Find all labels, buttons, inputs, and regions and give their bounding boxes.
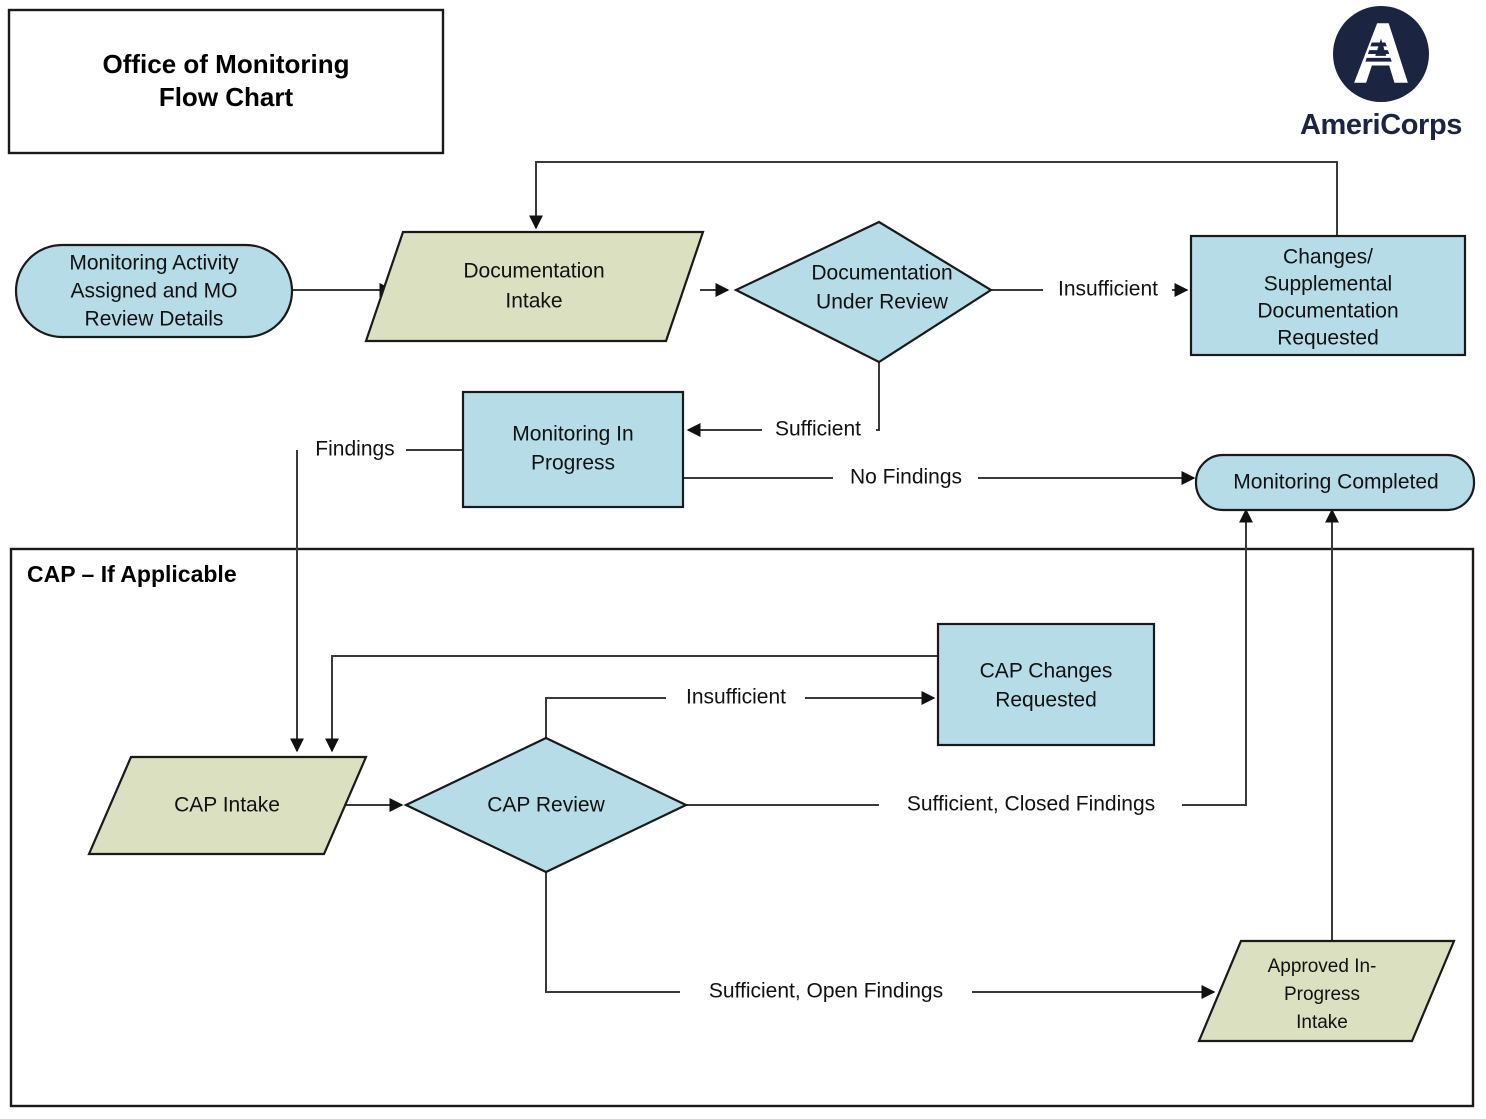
node-documentation-under-review[interactable]: Documentation Under Review <box>733 220 994 364</box>
node-approved-in-progress-intake[interactable]: Approved In- Progress Intake <box>1197 939 1456 1043</box>
edge-changes-to-doc-intake <box>529 161 1338 236</box>
edge-label-sufficient-closed: Sufficient, Closed Findings <box>907 793 1155 816</box>
node-monitoring-in-progress-shape[interactable] <box>461 390 685 509</box>
node-start-line-1: Monitoring Activity <box>69 252 239 275</box>
edge-cap-insufficient-part1 <box>545 697 666 738</box>
americorps-logo: AmeriCorps <box>1283 6 1479 146</box>
node-monitoring-completed[interactable]: Monitoring Completed <box>1194 453 1476 512</box>
edge-label-insufficient-doc: Insufficient <box>1058 278 1158 301</box>
page-title-line2: Flow Chart <box>159 82 294 112</box>
edge-label-findings: Findings <box>315 438 394 461</box>
cap-group-label: CAP – If Applicable <box>27 561 237 587</box>
edge-label-sufficient-doc: Sufficient <box>775 418 861 441</box>
node-monitoring-in-progress-line-2: Progress <box>531 452 615 475</box>
node-changes-supplemental-documentation-requested[interactable]: Changes/ Supplemental Documentation Requ… <box>1189 234 1467 357</box>
node-monitoring-in-progress[interactable]: Monitoring In Progress <box>461 390 685 509</box>
node-changes-requested-line-3: Documentation <box>1257 300 1398 323</box>
node-cap-intake[interactable]: CAP Intake <box>87 755 368 856</box>
node-cap-intake-label: CAP Intake <box>174 794 280 817</box>
node-monitoring-completed-label: Monitoring Completed <box>1233 471 1438 494</box>
edge-label-no-findings: No Findings <box>850 466 962 489</box>
node-approved-intake-line-3: Intake <box>1296 1012 1348 1033</box>
edge-doc-review-to-mip-part1 <box>876 362 880 431</box>
node-cap-changes-requested-line-1: CAP Changes <box>980 660 1113 683</box>
node-documentation-intake-shape[interactable] <box>364 230 705 343</box>
node-cap-review-label: CAP Review <box>487 794 605 817</box>
edge-sufficient-open-part1 <box>545 872 680 993</box>
node-documentation-under-review-line-2: Under Review <box>816 291 949 314</box>
node-approved-intake-line-2: Progress <box>1284 984 1360 1005</box>
edge-label-insufficient-cap: Insufficient <box>686 686 786 709</box>
edge-sufficient-closed-part2 <box>1182 508 1253 806</box>
americorps-wordmark: AmeriCorps <box>1300 109 1462 141</box>
node-changes-requested-line-1: Changes/ <box>1283 246 1373 269</box>
node-documentation-intake[interactable]: Documentation Intake <box>364 230 705 343</box>
node-documentation-under-review-line-1: Documentation <box>811 262 952 285</box>
flowchart-svg: Office of Monitoring Flow Chart CAP – If… <box>7 8 1476 1108</box>
node-start-line-3: Review Details <box>85 308 224 331</box>
node-cap-changes-requested[interactable]: CAP Changes Requested <box>936 622 1156 747</box>
node-start[interactable]: Monitoring Activity Assigned and MO Revi… <box>14 243 294 339</box>
node-monitoring-in-progress-line-1: Monitoring In <box>512 423 633 446</box>
node-changes-requested-line-2: Supplemental <box>1264 273 1392 296</box>
node-cap-changes-requested-shape[interactable] <box>936 622 1156 747</box>
node-documentation-intake-line-2: Intake <box>505 290 562 313</box>
americorps-mark-icon <box>1333 6 1429 102</box>
node-cap-review[interactable]: CAP Review <box>403 736 689 874</box>
node-approved-intake-line-1: Approved In- <box>1268 956 1377 977</box>
edge-label-sufficient-open: Sufficient, Open Findings <box>709 980 943 1003</box>
edge-cap-changes-to-cap-intake <box>325 655 938 753</box>
page-title-line1: Office of Monitoring <box>103 49 350 79</box>
flowchart-canvas: Office of Monitoring Flow Chart CAP – If… <box>0 0 1486 1119</box>
node-changes-requested-line-4: Requested <box>1277 327 1379 350</box>
node-documentation-intake-line-1: Documentation <box>463 260 604 283</box>
node-cap-changes-requested-line-2: Requested <box>995 689 1097 712</box>
node-start-line-2: Assigned and MO <box>71 280 238 303</box>
